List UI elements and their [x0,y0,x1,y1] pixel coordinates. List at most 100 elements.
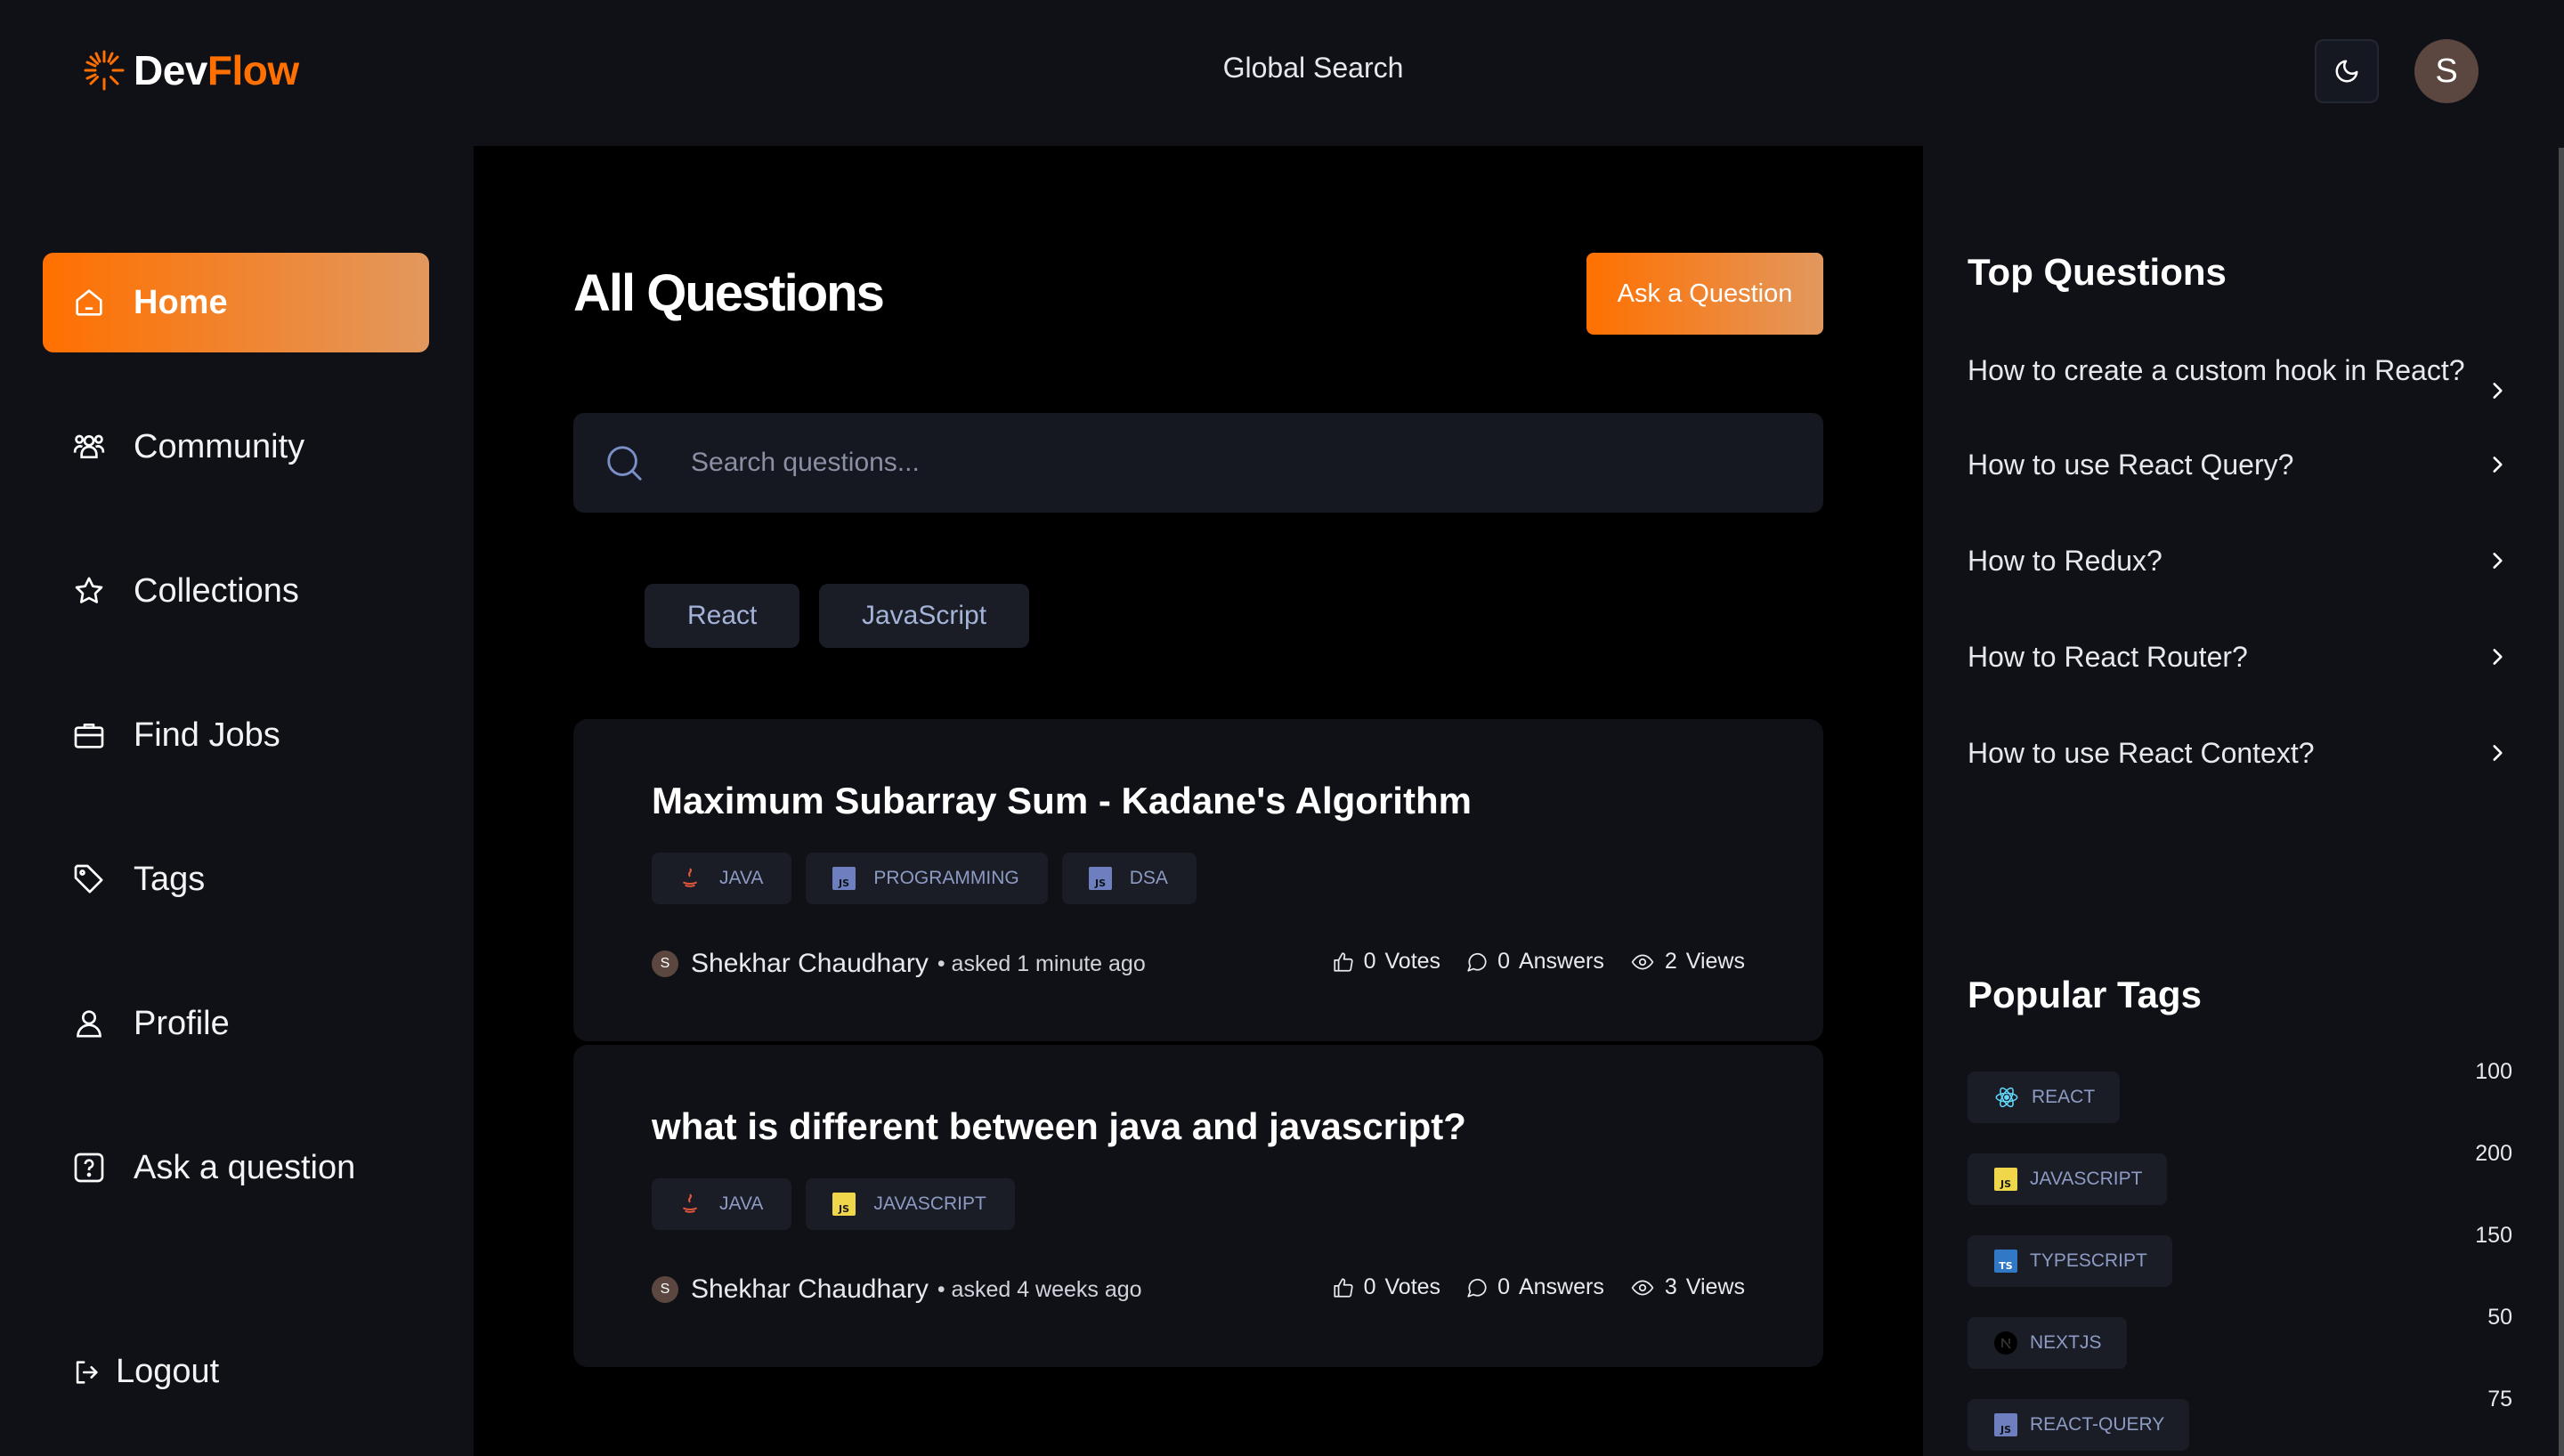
top-question-item[interactable]: How to React Router? [1968,635,2564,678]
top-question-item[interactable]: How to Redux? [1968,539,2564,582]
logout-icon [71,1357,101,1387]
search-input[interactable] [691,448,1759,478]
question-tag[interactable]: JS PROGRAMMING [806,853,1048,904]
top-questions-heading: Top Questions [1968,251,2227,293]
tag-count: 100 [2475,1059,2512,1084]
question-icon [71,1150,107,1185]
left-sidebar: Home Community Collections Find Jobs Tag… [0,146,474,1456]
thumbs-up-icon [1332,950,1355,974]
sidebar-item-ask-question[interactable]: Ask a question [43,1118,429,1217]
popular-tag-row: JS REACT-QUERY 75 [1968,1387,2512,1451]
user-icon [71,1006,107,1041]
top-question-item[interactable]: How to use React Query? [1968,443,2564,486]
question-tag[interactable]: JAVA [652,1178,792,1230]
author-name[interactable]: Shekhar Chaudhary [691,1274,929,1305]
sidebar-item-label: Profile [134,1004,230,1042]
popular-tag-row: NEXTJS 50 [1968,1305,2512,1369]
question-stats: 0 Votes 0 Answers 2 Views [1332,949,1745,975]
question-tag[interactable]: JAVA [652,853,792,904]
user-avatar[interactable]: S [2414,39,2479,103]
sidebar-item-label: Community [134,427,305,465]
briefcase-icon [71,717,107,753]
question-card: Maximum Subarray Sum - Kadane's Algorith… [573,719,1823,1041]
question-tag[interactable]: JS DSA [1061,853,1197,904]
asked-time: • asked 4 weeks ago [937,1276,1142,1302]
author-avatar[interactable]: S [652,950,678,977]
chevron-right-icon [2486,453,2509,476]
question-tag[interactable]: JS JAVASCRIPT [806,1178,1015,1230]
sidebar-item-label: Tags [134,860,206,898]
chevron-right-icon [2486,741,2509,764]
js-icon: JS [1088,867,1112,890]
filter-react[interactable]: React [645,584,800,648]
tag-icon [71,861,107,897]
theme-toggle-button[interactable] [2315,39,2379,103]
star-icon [71,573,107,609]
top-question-item[interactable]: How to use React Context? [1968,732,2564,774]
sunburst-logo-icon [84,50,125,91]
author-name[interactable]: Shekhar Chaudhary [691,949,929,979]
users-icon [71,429,107,465]
filter-javascript[interactable]: JavaScript [819,584,1030,648]
svg-text:JS: JS [1094,878,1106,889]
question-search-bar [573,413,1823,513]
sidebar-item-profile[interactable]: Profile [43,974,429,1073]
sidebar-item-community[interactable]: Community [43,397,429,497]
devflow-logo[interactable]: DevFlow [84,46,299,94]
logout-button[interactable]: Logout [71,1353,219,1391]
question-tags: JAVA JS PROGRAMMING JS DSA [652,853,1197,904]
message-icon [1465,950,1489,974]
js-icon: JS [1994,1413,2017,1436]
question-title[interactable]: what is different between java and javas… [652,1105,1466,1148]
sidebar-item-label: Collections [134,571,299,610]
question-card: what is different between java and javas… [573,1045,1823,1367]
thumbs-up-icon [1332,1276,1355,1299]
tag-count: 75 [2487,1387,2512,1412]
svg-text:JS: JS [2000,1424,2011,1436]
answers-stat: 0 Answers [1465,1274,1604,1300]
question-stats: 0 Votes 0 Answers 3 Views [1332,1274,1745,1300]
java-icon [678,1193,702,1216]
home-icon [71,285,107,320]
svg-text:JS: JS [838,878,849,889]
javascript-icon: JS [1994,1168,2017,1191]
views-stat: 2 Views [1629,949,1745,975]
popular-tag[interactable]: JS REACT-QUERY [1968,1399,2190,1451]
popular-tag-row: JS JAVASCRIPT 200 [1968,1141,2512,1205]
svg-text:JS: JS [2000,1178,2011,1190]
ask-question-button[interactable]: Ask a Question [1586,253,1823,335]
sidebar-item-collections[interactable]: Collections [43,541,429,641]
react-icon [1994,1085,2019,1110]
global-search[interactable]: Global Search [1157,52,1469,85]
question-meta: S Shekhar Chaudhary • asked 4 weeks ago [652,1274,1142,1305]
scrollbar[interactable] [2559,148,2564,1456]
popular-tag[interactable]: TS TYPESCRIPT [1968,1235,2172,1287]
chevron-right-icon [2486,645,2509,668]
sidebar-item-label: Ask a question [134,1148,356,1186]
svg-text:TS: TS [1999,1260,2013,1272]
right-sidebar: Top Questions How to create a custom hoo… [1923,146,2564,1456]
javascript-icon: JS [832,1193,856,1216]
popular-tag[interactable]: REACT [1968,1072,2121,1123]
page-title: All Questions [573,264,885,322]
main-content: All Questions Ask a Question React JavaS… [474,146,1923,1456]
popular-tag[interactable]: NEXTJS [1968,1317,2127,1369]
tag-count: 150 [2475,1223,2512,1248]
sidebar-item-label: Home [134,283,228,321]
sidebar-item-tags[interactable]: Tags [43,829,429,929]
top-question-item[interactable]: How to create a custom hook in React? [1968,349,2564,392]
eye-icon [1629,1276,1656,1299]
question-tags: JAVA JS JAVASCRIPT [652,1178,1015,1230]
popular-tag[interactable]: JS JAVASCRIPT [1968,1153,2168,1205]
sidebar-item-find-jobs[interactable]: Find Jobs [43,685,429,785]
votes-stat: 0 Votes [1332,1274,1440,1300]
answers-stat: 0 Answers [1465,949,1604,975]
sidebar-item-home[interactable]: Home [43,253,429,352]
logo-text: DevFlow [134,47,299,93]
question-title[interactable]: Maximum Subarray Sum - Kadane's Algorith… [652,780,1472,822]
js-icon: JS [832,867,856,890]
tag-count: 200 [2475,1141,2512,1166]
eye-icon [1629,950,1656,974]
author-avatar[interactable]: S [652,1276,678,1303]
votes-stat: 0 Votes [1332,949,1440,975]
